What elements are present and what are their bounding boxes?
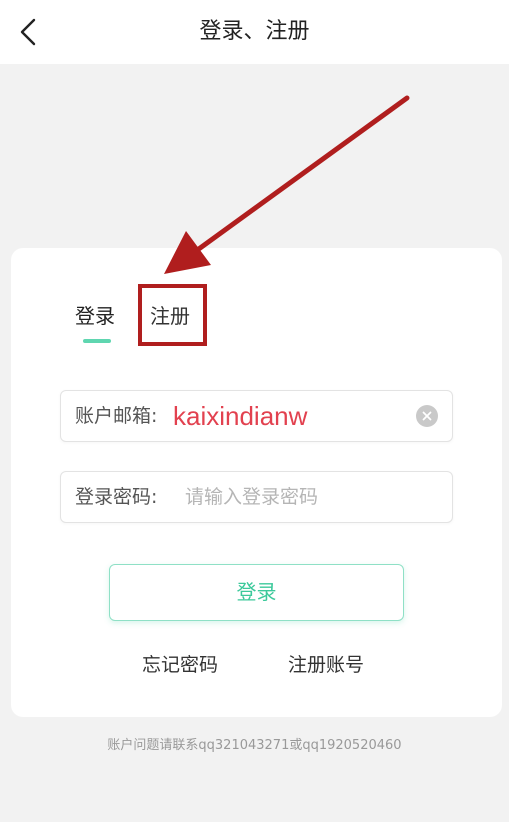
page-title: 登录、注册 <box>199 19 310 44</box>
email-field[interactable]: 账户邮箱: kaixindianw <box>60 390 453 442</box>
password-label: 登录密码: <box>75 486 158 508</box>
login-button[interactable]: 登录 <box>109 564 404 621</box>
clear-circle-icon[interactable] <box>416 405 438 427</box>
email-label: 账户邮箱: <box>75 405 158 427</box>
active-tab-indicator <box>83 339 111 343</box>
register-account-link[interactable]: 注册账号 <box>288 650 364 680</box>
email-input-value[interactable]: kaixindianw <box>173 391 307 441</box>
login-card: 登录 注册 账户邮箱: kaixindianw 登录密码: 登录 忘记密码 注册… <box>11 248 502 717</box>
password-field[interactable]: 登录密码: <box>60 471 453 523</box>
forgot-password-link[interactable]: 忘记密码 <box>142 650 218 680</box>
password-input[interactable] <box>185 472 440 522</box>
tab-login[interactable]: 登录 <box>75 300 115 332</box>
support-contact-note: 账户问题请联系qq321043271或qq1920520460 <box>107 738 402 753</box>
header-bar: 登录、注册 <box>0 0 509 64</box>
tab-register[interactable]: 注册 <box>150 300 190 332</box>
